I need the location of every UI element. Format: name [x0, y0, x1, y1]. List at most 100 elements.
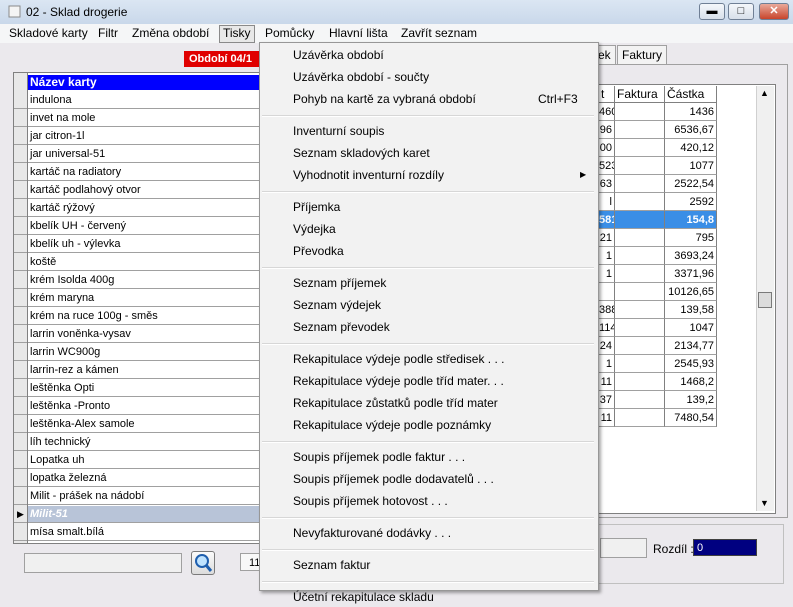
card-row[interactable]: larrin voněnka-vysav: [28, 326, 264, 343]
grid-header-nazev-karty[interactable]: Název karty: [28, 75, 264, 90]
inventory-cell[interactable]: [615, 283, 665, 301]
inventory-cell[interactable]: 523: [599, 157, 615, 175]
minimize-button[interactable]: ▬: [699, 3, 725, 20]
menu-item[interactable]: Seznam výdejek: [293, 295, 381, 315]
inventory-cell[interactable]: 00: [599, 139, 615, 157]
row-indicator[interactable]: [14, 416, 27, 433]
card-row[interactable]: jar universal-51: [28, 146, 264, 163]
inventory-cell[interactable]: 11: [599, 373, 615, 391]
menu-item[interactable]: Převodka: [293, 241, 344, 261]
row-indicator[interactable]: [14, 452, 27, 469]
inventory-cell[interactable]: 11: [599, 409, 615, 427]
card-row[interactable]: koště: [28, 254, 264, 271]
menu-item[interactable]: Uzávěrka období: [293, 45, 384, 65]
row-indicator[interactable]: [14, 362, 27, 379]
inventory-cell[interactable]: 3693,24: [665, 247, 717, 265]
inventory-cell[interactable]: 1: [599, 355, 615, 373]
menu-item[interactable]: Seznam převodek: [293, 317, 390, 337]
inventory-cell[interactable]: 6536,67: [665, 121, 717, 139]
search-input[interactable]: [24, 553, 182, 573]
inventory-cell[interactable]: 420,12: [665, 139, 717, 157]
inventory-cell[interactable]: [615, 229, 665, 247]
menu-item[interactable]: Účetní rekapitulace skladu: [293, 587, 434, 607]
menu-item[interactable]: Rekapitulace výdeje podle tříd mater. . …: [293, 371, 504, 391]
menu-item[interactable]: Příjemka: [293, 197, 340, 217]
inventory-cell[interactable]: 388: [599, 301, 615, 319]
maximize-button[interactable]: □: [728, 3, 754, 20]
inventory-cell[interactable]: [615, 391, 665, 409]
menu-item[interactable]: Soupis příjemek podle dodavatelů . . .: [293, 469, 494, 489]
row-indicator[interactable]: [14, 470, 27, 487]
row-indicator[interactable]: [14, 236, 27, 253]
inventory-cell[interactable]: 139,58: [665, 301, 717, 319]
card-row[interactable]: kbelík uh - výlevka: [28, 236, 264, 253]
inventory-cell[interactable]: [615, 139, 665, 157]
inventory-cell[interactable]: 1468,2: [665, 373, 717, 391]
inventory-cell[interactable]: 2592: [665, 193, 717, 211]
card-row[interactable]: mísa smalt.bílá: [28, 524, 264, 541]
row-indicator[interactable]: [14, 488, 27, 505]
row-indicator[interactable]: [14, 200, 27, 217]
inventory-cell[interactable]: 2522,54: [665, 175, 717, 193]
row-indicator[interactable]: [14, 290, 27, 307]
row-indicator[interactable]: [14, 434, 27, 451]
card-row[interactable]: krém Isolda 400g: [28, 272, 264, 289]
inventory-cell[interactable]: 96: [599, 121, 615, 139]
inventory-cell[interactable]: [615, 337, 665, 355]
menu-item[interactable]: Seznam faktur: [293, 555, 370, 575]
inventory-cell[interactable]: [615, 175, 665, 193]
menu-filtr[interactable]: Filtr: [95, 25, 121, 41]
inventory-cell[interactable]: 24: [599, 337, 615, 355]
card-row[interactable]: leštěnka Opti: [28, 380, 264, 397]
menu-item[interactable]: Rekapitulace výdeje podle poznámky: [293, 415, 491, 435]
card-row[interactable]: Milit-51: [28, 506, 264, 523]
rozdil-input[interactable]: 0: [693, 539, 757, 556]
inventory-cell[interactable]: 1436: [665, 103, 717, 121]
search-button[interactable]: [191, 551, 215, 575]
close-button[interactable]: ✕: [759, 3, 789, 20]
row-indicator[interactable]: [14, 380, 27, 397]
inventory-cell[interactable]: 154,8: [665, 211, 717, 229]
inventory-cell[interactable]: 3371,96: [665, 265, 717, 283]
card-row[interactable]: invet na mole: [28, 110, 264, 127]
card-row[interactable]: kbelík UH - červený: [28, 218, 264, 235]
card-row[interactable]: larrin WC900g: [28, 344, 264, 361]
inventory-cell[interactable]: [599, 283, 615, 301]
inventory-cell[interactable]: [615, 319, 665, 337]
inventory-cell[interactable]: 795: [665, 229, 717, 247]
inventory-cell[interactable]: 21: [599, 229, 615, 247]
menu-hlavni-lista[interactable]: Hlavní lišta: [326, 25, 391, 41]
inventory-cell[interactable]: [615, 193, 665, 211]
card-row[interactable]: kartáč rýžový: [28, 200, 264, 217]
menu-item[interactable]: Výdejka: [293, 219, 336, 239]
inventory-cell[interactable]: 581: [599, 211, 615, 229]
row-indicator[interactable]: [14, 182, 27, 199]
scrollbar-thumb[interactable]: [758, 292, 772, 308]
inventory-cell[interactable]: [615, 373, 665, 391]
inventory-cell[interactable]: 1047: [665, 319, 717, 337]
scroll-down-icon[interactable]: ▼: [760, 498, 769, 508]
card-row[interactable]: leštěnka -Pronto: [28, 398, 264, 415]
row-indicator[interactable]: [14, 128, 27, 145]
inventory-cell[interactable]: [615, 301, 665, 319]
card-row[interactable]: leštěnka-Alex samole: [28, 416, 264, 433]
inventory-cell[interactable]: [615, 211, 665, 229]
menu-item[interactable]: Uzávěrka období - součty: [293, 67, 429, 87]
card-row[interactable]: jar citron-1l: [28, 128, 264, 145]
inventory-cell[interactable]: 1: [599, 247, 615, 265]
inventory-cell[interactable]: 114: [599, 319, 615, 337]
inventory-cell[interactable]: 7480,54: [665, 409, 717, 427]
column-header-castka[interactable]: Částka: [665, 86, 717, 103]
column-header-t[interactable]: t: [599, 86, 615, 103]
menu-item[interactable]: Vyhodnotit inventurní rozdíly: [293, 165, 444, 185]
inventory-cell[interactable]: [615, 265, 665, 283]
row-indicator[interactable]: [14, 398, 27, 415]
card-row[interactable]: krém maryna: [28, 290, 264, 307]
menu-pomucky[interactable]: Pomůcky: [262, 25, 317, 41]
tab-faktury[interactable]: Faktury: [617, 45, 668, 64]
row-indicator[interactable]: [14, 92, 27, 109]
menu-item[interactable]: Seznam skladových karet: [293, 143, 430, 163]
row-indicator[interactable]: [14, 146, 27, 163]
card-row[interactable]: Lopatka uh: [28, 452, 264, 469]
inventory-cell[interactable]: [615, 157, 665, 175]
